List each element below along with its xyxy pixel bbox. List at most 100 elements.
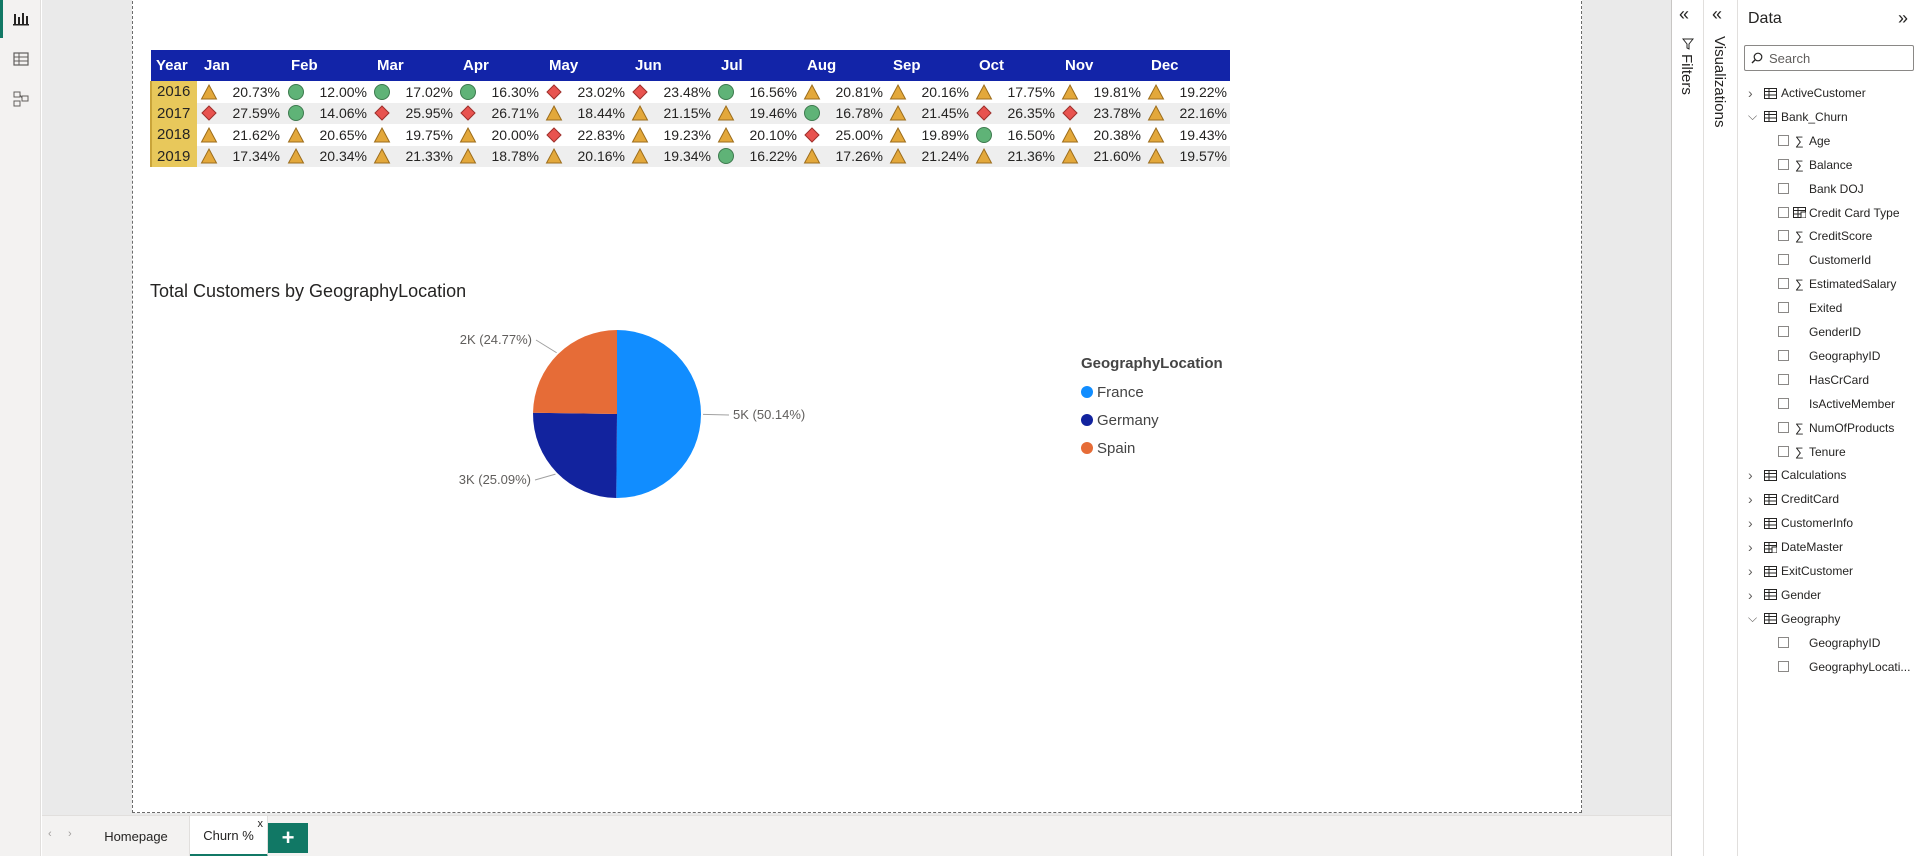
tree-field[interactable]: CustomerId [1738,249,1920,271]
table-view-button[interactable] [0,40,41,78]
tree-field[interactable]: GeographyID [1738,345,1920,367]
data-search[interactable] [1744,45,1914,71]
collapse-data-pane-icon[interactable]: » [1898,8,1908,29]
field-checkbox[interactable] [1778,636,1789,648]
matrix-header-aug[interactable]: Aug [800,50,886,81]
warning-triangle-icon [545,105,563,121]
tree-field[interactable]: ∑ Age [1738,130,1920,152]
warning-triangle-icon [200,83,218,100]
churn-matrix[interactable]: Year Jan Feb Mar Apr May Jun Jul Aug Sep Oct Nov Dec… [150,50,1230,167]
field-checkbox[interactable] [1778,397,1789,409]
bad-diamond-icon [632,84,648,100]
tree-field[interactable]: GeographyID [1738,632,1920,654]
legend-item-spain[interactable]: Spain [1081,434,1223,462]
matrix-header-jun[interactable]: Jun [628,50,714,81]
model-view-button[interactable] [0,80,41,118]
tree-field[interactable]: IsActiveMember [1738,393,1920,415]
field-checkbox[interactable] [1778,278,1789,290]
field-checkbox[interactable] [1778,349,1789,361]
pie-slice-france[interactable] [616,330,702,498]
chevron-right-icon[interactable]: › [1748,491,1753,507]
tree-field[interactable]: GeographyLocati... [1738,656,1920,678]
field-checkbox[interactable] [1778,421,1789,433]
tree-table-geography[interactable]: ⌵ Geography [1738,608,1920,630]
tab-churn[interactable]: Churn % x [190,816,268,856]
expand-filters-icon[interactable]: « [1679,4,1689,25]
chevron-right-icon[interactable]: › [1748,539,1753,555]
warning-triangle-icon [287,126,305,143]
field-checkbox[interactable] [1778,230,1789,242]
field-checkbox[interactable] [1778,660,1789,672]
tree-field[interactable]: Bank DOJ [1738,178,1920,200]
matrix-year-cell: 2018 [150,124,197,146]
pie-slice-germany[interactable] [533,412,617,498]
chevron-right-icon[interactable]: › [1748,563,1753,579]
matrix-header-oct[interactable]: Oct [972,50,1058,81]
tree-field[interactable]: ∑ Tenure [1738,441,1920,463]
prev-page-arrow-icon[interactable]: ‹ [48,828,52,840]
tree-field[interactable]: ∑ EstimatedSalary [1738,273,1920,295]
tree-field[interactable]: Credit Card Type [1738,202,1920,224]
filters-pane[interactable]: « Filters [1671,0,1704,856]
matrix-row[interactable]: 2019 17.34% 20.34% 21.33% 18.78% 20.16% 19.34%… [150,145,1230,167]
matrix-header-may[interactable]: May [542,50,628,81]
matrix-header-jul[interactable]: Jul [714,50,800,81]
tree-table-gender[interactable]: › Gender [1738,584,1920,606]
chevron-right-icon[interactable]: › [1748,587,1753,603]
tree-field[interactable]: Exited [1738,297,1920,319]
tree-table-activecustomer[interactable]: › ActiveCustomer [1738,82,1920,104]
search-input[interactable] [1769,50,1899,66]
matrix-value-text: 20.00% [491,126,539,143]
tree-field[interactable]: ∑ Balance [1738,154,1920,176]
tree-table-customerinfo[interactable]: › CustomerInfo [1738,512,1920,534]
matrix-header-apr[interactable]: Apr [456,50,542,81]
tree-table-bank_churn[interactable]: ⌵ Bank_Churn [1738,106,1920,128]
matrix-header-mar[interactable]: Mar [370,50,456,81]
field-checkbox[interactable] [1778,302,1789,314]
tree-table-creditcard[interactable]: › CreditCard [1738,488,1920,510]
pie-legend: GeographyLocation France Germany Spain [1081,355,1223,462]
field-checkbox[interactable] [1778,158,1789,170]
pie-chart[interactable]: 5K (50.14%) 3K (25.09%) 2K (24.77%) [133,297,1033,527]
matrix-header-nov[interactable]: Nov [1058,50,1144,81]
tree-field[interactable]: GenderID [1738,321,1920,343]
tree-field[interactable]: HasCrCard [1738,369,1920,391]
field-checkbox[interactable] [1778,445,1789,457]
legend-item-france[interactable]: France [1081,378,1223,406]
matrix-header-sep[interactable]: Sep [886,50,972,81]
matrix-value-cell: 26.71% [456,102,542,124]
matrix-row[interactable]: 2017 27.59% 14.06% 25.95% 26.71% 18.44% 21.15%… [150,102,1230,124]
visualizations-pane[interactable]: « Visualizations [1704,0,1738,856]
expand-visualizations-icon[interactable]: « [1712,4,1722,25]
tree-field[interactable]: ∑ NumOfProducts [1738,417,1920,439]
tree-field[interactable]: ∑ CreditScore [1738,225,1920,247]
matrix-header-year[interactable]: Year [151,50,197,81]
field-checkbox[interactable] [1778,373,1789,385]
field-checkbox[interactable] [1778,134,1789,146]
chevron-down-icon[interactable]: ⌵ [1748,109,1757,124]
tree-table-exitcustomer[interactable]: › ExitCustomer [1738,560,1920,582]
pie-slice-spain[interactable] [533,330,617,414]
chevron-right-icon[interactable]: › [1748,85,1753,101]
chevron-right-icon[interactable]: › [1748,515,1753,531]
field-checkbox[interactable] [1778,254,1789,266]
tree-table-calculations[interactable]: › Calculations [1738,464,1920,486]
chevron-right-icon[interactable]: › [1748,467,1753,483]
matrix-row[interactable]: 2018 21.62% 20.65% 19.75% 20.00% 22.83% 19.23%… [150,124,1230,146]
field-checkbox[interactable] [1778,206,1789,218]
matrix-header-jan[interactable]: Jan [197,50,284,81]
add-page-button[interactable]: + [268,823,308,853]
field-checkbox[interactable] [1778,182,1789,194]
matrix-header-feb[interactable]: Feb [284,50,370,81]
next-page-arrow-icon[interactable]: › [68,828,72,840]
tab-homepage[interactable]: Homepage [83,816,190,856]
legend-item-germany[interactable]: Germany [1081,406,1223,434]
field-checkbox[interactable] [1778,326,1789,337]
matrix-row[interactable]: 2016 20.73% 12.00% 17.02% 16.30% 23.02% 23.48%… [150,81,1230,103]
chevron-down-icon[interactable]: ⌵ [1748,611,1757,626]
matrix-header-dec[interactable]: Dec [1144,50,1230,81]
report-view-button[interactable] [0,0,41,38]
close-tab-icon[interactable]: x [258,818,264,830]
tree-table-datemaster[interactable]: › DateMaster [1738,536,1920,558]
matrix-value-cell: 21.45% [886,102,972,124]
